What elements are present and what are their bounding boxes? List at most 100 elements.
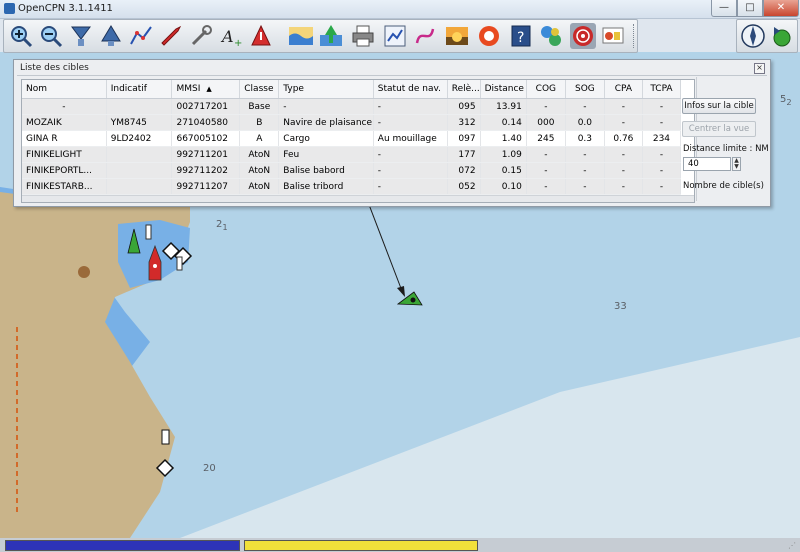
current-button[interactable]	[248, 23, 274, 49]
maximize-button[interactable]: □	[737, 0, 763, 17]
main-toolbar: A + ?	[3, 19, 638, 53]
target-count-label: Nombre de cible(s)	[683, 181, 764, 191]
help-button[interactable]: ?	[508, 23, 534, 49]
column-header-sog[interactable]: SOG	[565, 80, 605, 99]
table-row[interactable]: MOZAIK YM8745 271040580 B Navire de plai…	[22, 114, 682, 131]
column-header-distance[interactable]: Distance	[480, 80, 527, 99]
target-info-button[interactable]: Infos sur la cible	[682, 98, 756, 114]
column-header-classe[interactable]: Classe	[239, 80, 280, 99]
tide-icon	[289, 27, 313, 45]
gps-status-icon	[773, 27, 791, 47]
route-button[interactable]	[128, 23, 154, 49]
center-view-button[interactable]: Centrer la vue	[682, 121, 756, 137]
color-scheme-button[interactable]	[444, 23, 470, 49]
svg-text:A: A	[220, 27, 234, 46]
column-header-type[interactable]: Type	[278, 80, 374, 99]
table-row[interactable]: FINIKESTARB... 992711207 AtoN Balise tri…	[22, 178, 682, 195]
column-header-releve[interactable]: Relè...	[447, 80, 481, 99]
chart-overlay-icon	[320, 25, 342, 46]
beacon-south	[161, 429, 170, 445]
sort-ascending-icon: ▲	[206, 85, 212, 93]
spin-down-icon: ▼	[734, 163, 739, 170]
compass-button[interactable]	[740, 23, 766, 49]
scale-out-button[interactable]	[98, 23, 124, 49]
scale-in-button[interactable]	[68, 23, 94, 49]
minimize-icon: —	[719, 2, 729, 13]
landmark-marker	[78, 266, 90, 278]
column-header-indicatif[interactable]: Indicatif	[106, 80, 173, 99]
print-button[interactable]	[350, 23, 376, 49]
dialog-separator	[17, 75, 767, 76]
auto-follow-icon	[161, 25, 182, 46]
window-title: OpenCPN 3.1.1411	[18, 3, 113, 14]
column-header-tcpa[interactable]: TCPA	[642, 80, 682, 99]
status-pane-left	[5, 540, 240, 551]
table-header: Nom Indicatif MMSI ▲ Classe Type Statut d…	[22, 80, 682, 99]
distance-limit-input[interactable]	[683, 157, 731, 171]
table-row[interactable]: - 002717201 Base - - 095 13.91 - - - -	[22, 98, 682, 115]
table-horizontal-scrollbar[interactable]	[22, 195, 694, 202]
track-icon	[415, 28, 435, 44]
target-list-dialog[interactable]: Liste des cibles × Nom Indicatif MMSI ▲ C…	[13, 59, 771, 207]
beacon-port	[176, 256, 183, 271]
gps-status-button[interactable]	[768, 23, 794, 49]
mob-icon	[479, 26, 499, 46]
window-title-bar[interactable]: OpenCPN 3.1.1411 — □ ✕	[0, 0, 800, 19]
chart-overlay-button[interactable]	[318, 23, 344, 49]
column-header-nom[interactable]: Nom	[22, 80, 107, 99]
settings-button[interactable]	[188, 23, 214, 49]
beacon-light[interactable]	[145, 224, 152, 240]
color-scheme-icon	[446, 27, 468, 45]
column-header-cog[interactable]: COG	[526, 80, 566, 99]
mob-button[interactable]	[476, 23, 502, 49]
compass-icon	[741, 24, 765, 48]
settings-icon	[191, 25, 212, 46]
table-row-selected[interactable]: GINA R 9LD2402 667005102 A Cargo Au moui…	[22, 130, 682, 147]
zoom-in-button[interactable]	[8, 23, 34, 49]
print-icon	[352, 25, 374, 47]
column-header-cpa[interactable]: CPA	[604, 80, 643, 99]
maximize-icon: □	[745, 2, 755, 13]
zoom-in-icon	[11, 26, 33, 48]
table-row[interactable]: FINIKELIGHT 992711201 AtoN Feu - 177 1.0…	[22, 146, 682, 163]
app-icon	[4, 3, 15, 14]
scale-in-icon	[71, 26, 91, 46]
tide-button[interactable]	[288, 23, 314, 49]
target-table[interactable]: Nom Indicatif MMSI ▲ Classe Type Statut d…	[21, 79, 695, 203]
current-icon	[251, 24, 271, 46]
depth-sounding-2: 21	[216, 219, 228, 232]
route-manager-icon	[384, 25, 406, 47]
svg-text:?: ?	[517, 30, 524, 46]
zoom-out-button[interactable]	[38, 23, 64, 49]
ais-button[interactable]	[570, 23, 596, 49]
dialog-close-button[interactable]: ×	[754, 63, 765, 74]
status-bar: ⋰	[0, 538, 800, 552]
zoom-out-icon	[41, 26, 63, 48]
dialog-title: Liste des cibles	[20, 63, 89, 73]
distance-limit-label: Distance limite : NM	[683, 144, 769, 154]
column-header-statut[interactable]: Statut de nav.	[373, 80, 448, 99]
help-icon: ?	[511, 25, 531, 47]
dashboard-button[interactable]	[600, 23, 626, 49]
close-icon: ×	[756, 63, 763, 72]
svg-text:+: +	[234, 38, 242, 49]
plugin-icon	[541, 26, 561, 46]
plugin-button[interactable]	[538, 23, 564, 49]
depth-sounding-3: 33	[614, 301, 627, 312]
ais-icon	[573, 26, 593, 46]
scale-out-icon	[101, 25, 121, 46]
minimize-button[interactable]: —	[711, 0, 737, 17]
depth-sounding-4: 20	[203, 463, 216, 474]
route-manager-button[interactable]	[382, 23, 408, 49]
depth-sounding-1: 52	[780, 94, 792, 107]
resize-grip-icon[interactable]: ⋰	[788, 541, 797, 550]
table-row[interactable]: FINIKEPORTL... 992711202 AtoN Balise bab…	[22, 162, 682, 179]
column-header-mmsi[interactable]: MMSI ▲	[171, 80, 241, 99]
toolbar-grip[interactable]	[633, 24, 637, 48]
track-button[interactable]	[412, 23, 438, 49]
status-pane-right	[244, 540, 478, 551]
text-button[interactable]: A +	[218, 23, 244, 49]
distance-spinner[interactable]: ▲ ▼	[732, 157, 741, 171]
auto-follow-button[interactable]	[158, 23, 184, 49]
close-button[interactable]: ✕	[763, 0, 799, 17]
